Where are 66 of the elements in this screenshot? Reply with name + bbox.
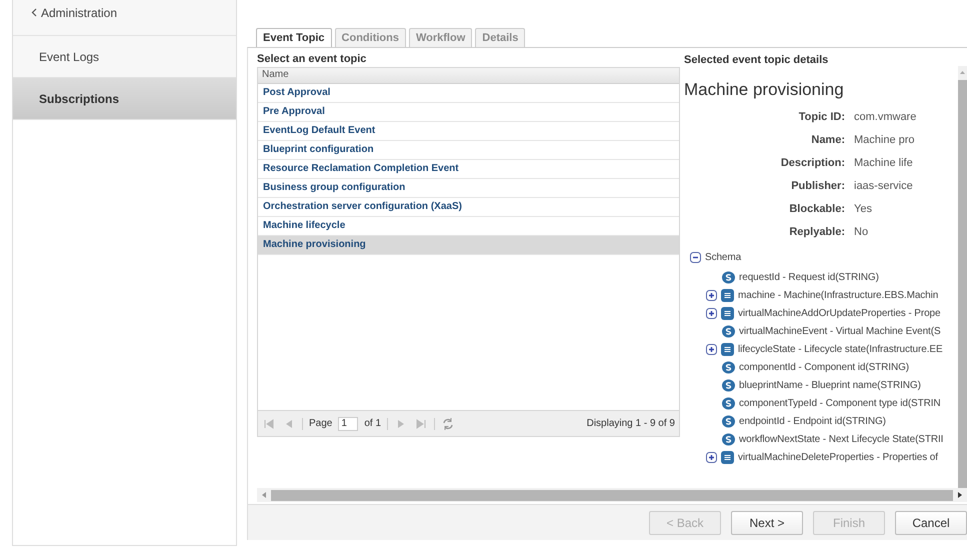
tree-node[interactable]: workflowNextState - Next Lifecycle State(STRII [739, 434, 944, 444]
tree-node[interactable]: machine - Machine(Infrastructure.EBS.Machin [738, 290, 938, 300]
tree-node[interactable]: requestId - Request id(STRING) [739, 272, 879, 282]
tree-node[interactable]: lifecycleState - Lifecycle state(Infrastructure.EE [738, 344, 943, 354]
expand-icon[interactable] [706, 344, 717, 354]
tree-node[interactable]: Schema [705, 252, 742, 262]
string-icon [722, 414, 735, 428]
tree-node[interactable]: componentId - Component id(STRING) [739, 362, 910, 372]
back-link[interactable]: Administration [13, 0, 236, 36]
field-value: Machine life [854, 157, 913, 169]
string-icon [722, 324, 735, 338]
wizard-button[interactable]: Next > [731, 510, 803, 534]
tree-node[interactable]: virtualMachineDeleteProperties - Properties of [738, 452, 938, 462]
vertical-scrollbar[interactable] [958, 66, 967, 488]
field-label: Publisher: [790, 180, 846, 192]
tree-node[interactable]: virtualMachineEvent - Virtual Machine Event(S [739, 326, 941, 336]
field-label: Topic ID: [798, 111, 846, 123]
string-icon [722, 360, 735, 374]
field-value: No [854, 226, 868, 238]
tree-node[interactable]: blueprintName - Blueprint name(STRING) [739, 380, 921, 390]
field-value: Yes [854, 203, 872, 215]
sidebar-label: Subscriptions [39, 92, 120, 106]
scroll-right-icon[interactable] [956, 491, 964, 499]
field-label: Description: [780, 157, 846, 169]
scrollbar-thumb[interactable] [271, 490, 953, 500]
wizard-button[interactable]: Cancel [895, 510, 967, 534]
expand-icon[interactable] [706, 308, 717, 318]
object-icon [721, 288, 734, 302]
string-icon [722, 396, 735, 410]
tab[interactable]: Event Topic [256, 28, 332, 47]
scroll-left-icon[interactable] [260, 491, 268, 499]
tree-node[interactable]: componentTypeId - Component type id(STRIN [739, 398, 941, 408]
string-icon [722, 378, 735, 392]
object-icon [721, 450, 734, 464]
section-title: Select an event topic [257, 52, 368, 67]
field-label: Name: [810, 134, 846, 146]
field-value: Machine pro [854, 134, 915, 146]
last-page-icon[interactable] [414, 416, 428, 430]
field-value: com.vmware [854, 111, 916, 123]
page-count: of 1 [364, 418, 382, 429]
object-icon [721, 306, 734, 320]
topic-row[interactable]: Machine provisioning [258, 236, 679, 255]
page-field[interactable]: 1 [338, 416, 358, 430]
expand-icon[interactable] [706, 290, 717, 300]
sidebar-item[interactable]: Subscriptions [13, 78, 236, 120]
field-label: Replyable: [788, 226, 846, 238]
tree-node[interactable]: endpointId - Endpoint id(STRING) [739, 416, 886, 426]
collapse-icon[interactable] [690, 252, 701, 262]
string-icon [722, 270, 735, 284]
field-value: iaas-service [854, 180, 913, 192]
sidebar-label: Event Logs [39, 50, 100, 64]
section-title: Selected event topic details [684, 53, 830, 66]
field-label: Blockable: [788, 203, 846, 215]
expand-icon[interactable] [706, 452, 717, 462]
object-icon [721, 342, 734, 356]
sidebar-label: Administration [31, 6, 118, 20]
sidebar-item[interactable]: Event Logs [13, 36, 236, 78]
column-header[interactable]: Name [258, 68, 679, 84]
chevron-left-icon [31, 8, 37, 17]
paging-summary: Displaying 1 - 9 of 9 [586, 418, 675, 429]
first-page-icon[interactable] [262, 416, 276, 430]
string-icon [722, 432, 735, 446]
page-label: Page [309, 418, 332, 429]
topic-heading: Machine provisioning [684, 80, 845, 100]
refresh-icon[interactable] [441, 416, 456, 430]
tree-node[interactable]: virtualMachineAddOrUpdateProperties - Prope [738, 308, 940, 318]
